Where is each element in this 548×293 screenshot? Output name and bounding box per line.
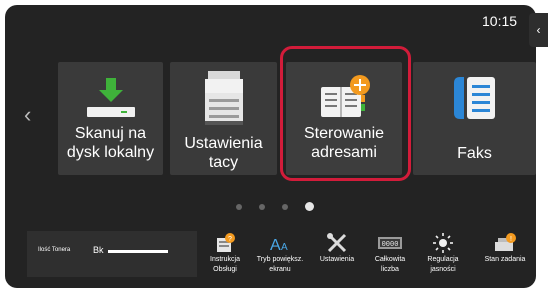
printer-icon (170, 70, 277, 125)
selection-highlight (280, 46, 411, 181)
tool-label: liczba (381, 266, 399, 273)
manual-icon: ? (203, 231, 247, 255)
job-status-button[interactable]: ! Stan zadania (477, 231, 533, 277)
tool-label: Tryb powiększ. (256, 256, 304, 263)
total-count-button[interactable]: 0000 Całkowita liczba (368, 231, 412, 277)
tool-label: Całkowita (374, 256, 406, 263)
text-zoom-button[interactable]: A A Tryb powiększ. ekranu (255, 231, 305, 277)
pagination-dots (236, 202, 314, 211)
clock: 10:15 (482, 13, 518, 29)
manual-button[interactable]: ? Instrukcja Obsługi (203, 231, 247, 277)
brightness-icon (421, 231, 465, 255)
tile-tray-settings[interactable]: Ustawienia tacy (170, 62, 277, 175)
tile-label-line2: dysk lokalny (66, 144, 155, 161)
svg-text:?: ? (228, 236, 232, 243)
settings-tools-icon (315, 231, 359, 255)
page-dot-active[interactable] (305, 202, 314, 211)
tool-label: ekranu (269, 266, 291, 273)
toner-level-bar (108, 250, 168, 253)
tile-label-line1: Ustawienia (184, 135, 263, 152)
chevron-left-icon: ‹ (536, 23, 541, 37)
chevron-left-icon: ‹ (24, 102, 32, 127)
text-zoom-icon: A A (255, 231, 305, 255)
page-dot[interactable] (259, 203, 265, 210)
settings-button[interactable]: Ustawienia (315, 231, 359, 277)
toner-level-panel: Ilość Tonera Bk (27, 231, 197, 277)
tile-label-line1: Faks (457, 145, 492, 162)
scan-to-drive-icon (58, 70, 163, 125)
tool-label: Instrukcja (210, 256, 240, 263)
bottom-toolbar: Ilość Tonera Bk ? Instrukcja Obsługi A A… (27, 231, 536, 277)
tile-scan-to-local-drive[interactable]: Skanuj na dysk lokalny (58, 62, 163, 175)
counter-icon: 0000 (368, 231, 412, 255)
fax-icon (413, 70, 536, 125)
job-status-icon: ! (477, 231, 533, 255)
home-screen: 10:15 ‹ Skanuj na dysk lokalny Ustawieni… (5, 5, 536, 288)
svg-text:A: A (281, 242, 288, 253)
svg-text:A: A (270, 237, 281, 254)
tool-label: jasności (430, 266, 456, 273)
tool-label: Obsługi (213, 266, 237, 273)
side-panel-toggle[interactable]: ‹ (529, 13, 548, 47)
tool-label: Stan zadania (484, 256, 526, 263)
page-dot[interactable] (282, 203, 288, 210)
tile-label-line1: Skanuj na (74, 125, 147, 142)
svg-text:0000: 0000 (382, 241, 399, 249)
tool-label: Regulacja (427, 256, 459, 263)
tile-fax[interactable]: Faks (413, 62, 536, 175)
toner-color-code: Bk (93, 245, 104, 255)
page-dot[interactable] (236, 203, 242, 210)
toner-label: Ilość Tonera (38, 247, 71, 253)
brightness-button[interactable]: Regulacja jasności (421, 231, 465, 277)
previous-page-button[interactable]: ‹ (24, 102, 31, 128)
svg-text:!: ! (510, 236, 512, 243)
tool-label: Ustawienia (319, 256, 355, 263)
tile-label-line2: tacy (208, 154, 239, 171)
